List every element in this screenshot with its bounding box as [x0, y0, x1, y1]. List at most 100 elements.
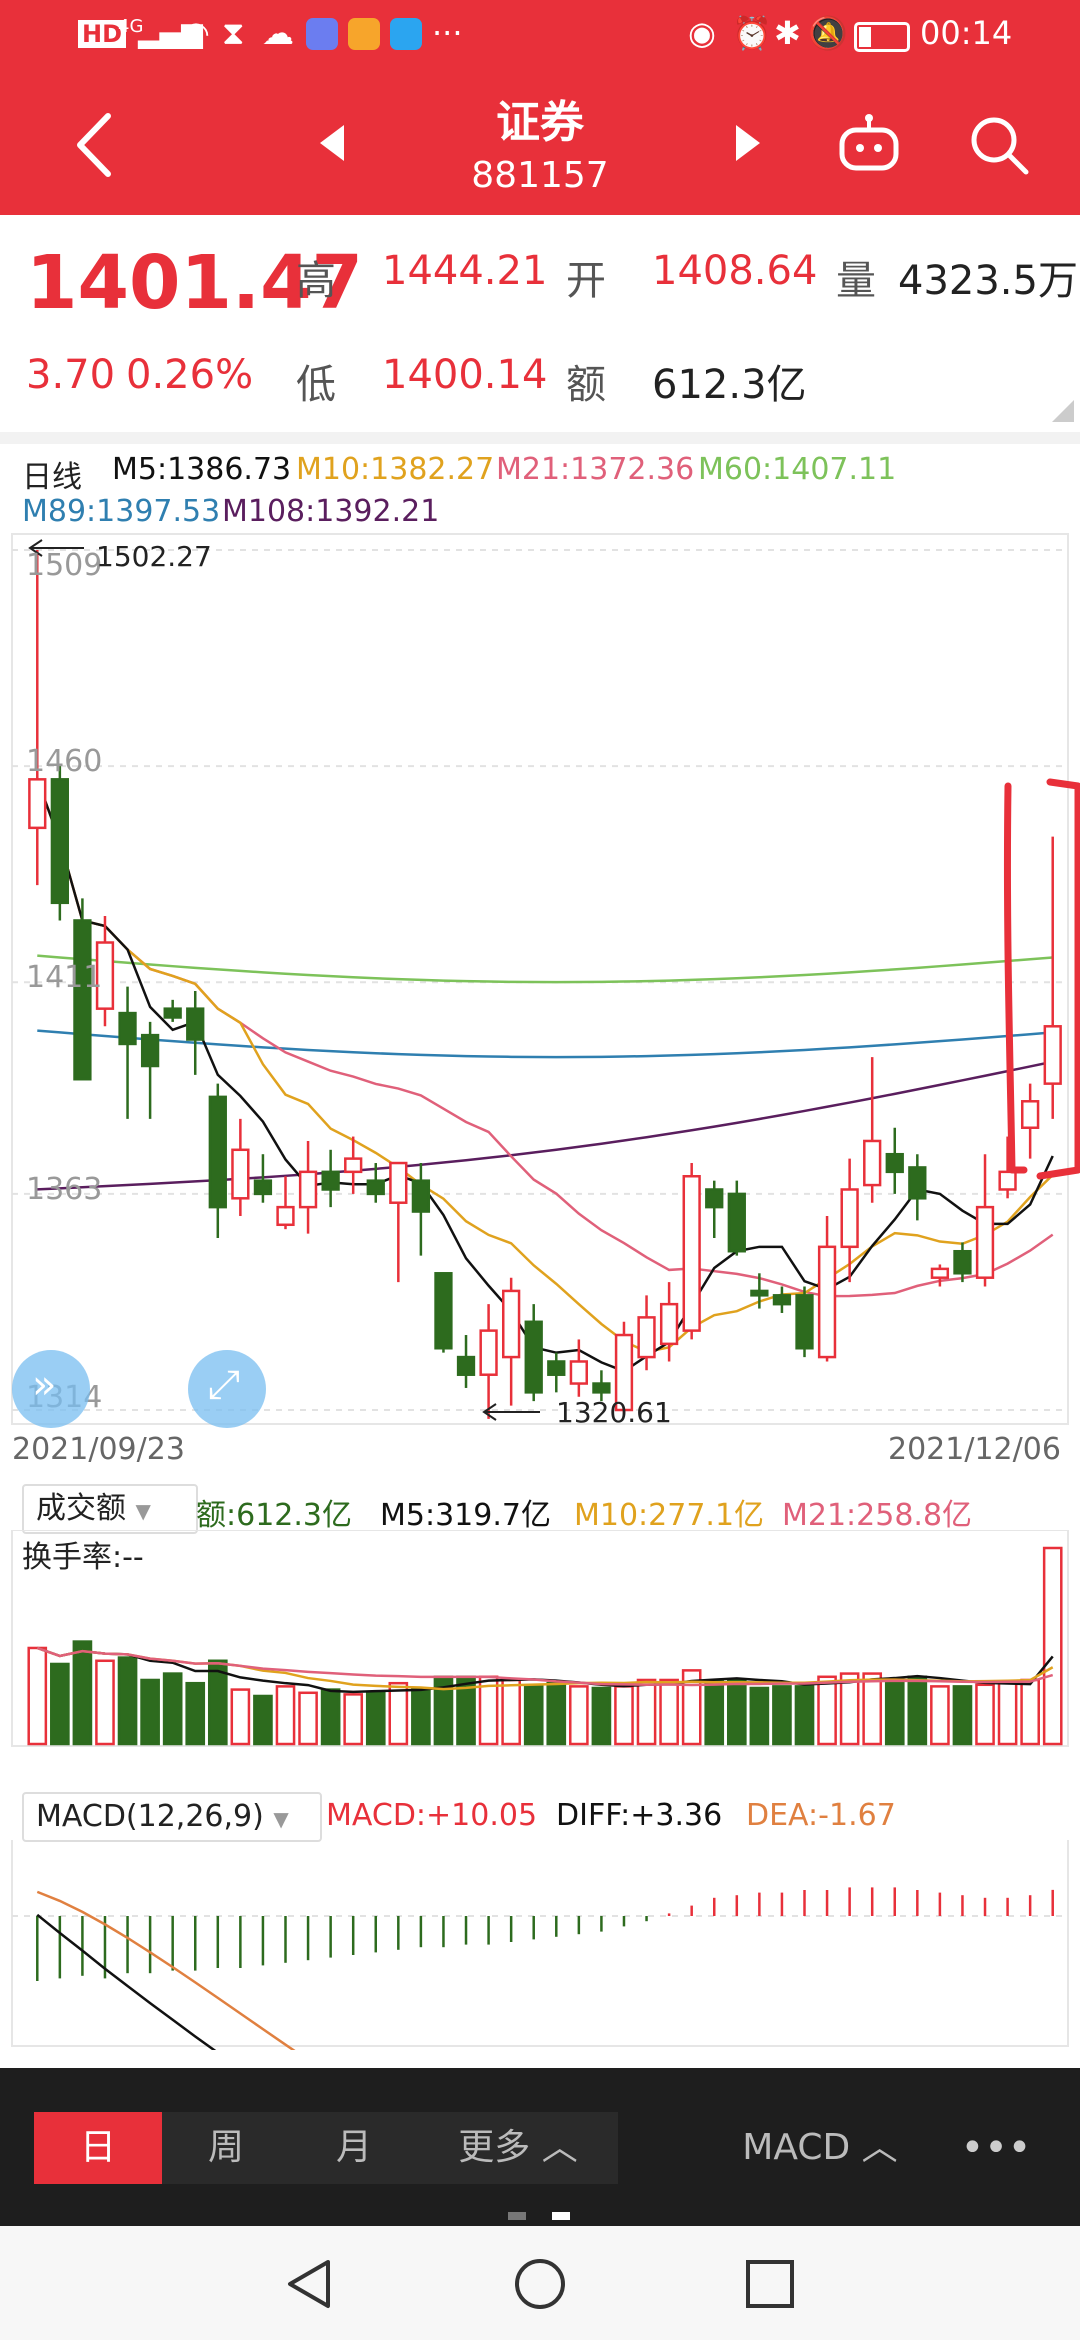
candle-up	[479, 1329, 498, 1376]
tab-more[interactable]: 更多 ︿	[418, 2112, 618, 2184]
volume-bar-up	[614, 1685, 634, 1746]
dropdown-arrow-icon: ▼	[135, 1499, 151, 1523]
volume-bar-up	[27, 1646, 48, 1746]
back-icon[interactable]	[70, 110, 120, 180]
battery-icon	[854, 22, 910, 52]
nav-back-icon[interactable]	[282, 2256, 338, 2312]
period-tab-bar: 日 周 月 更多 ︿ MACD ︿ •••	[0, 2068, 1080, 2226]
volume-bar-down	[365, 1691, 386, 1746]
y-tick-1460: 1460	[26, 744, 103, 779]
amount-value: 612.3亿	[652, 362, 807, 408]
diff-legend: DIFF:+3.36	[556, 1798, 723, 1833]
candle-down	[705, 1188, 724, 1209]
high-label: 高	[296, 258, 336, 304]
volume-bar-up	[298, 1691, 318, 1746]
page-title: 证券	[496, 97, 584, 148]
y-tick-1411: 1411	[26, 960, 103, 995]
tab-week[interactable]: 周	[162, 2112, 290, 2184]
tab-day[interactable]: 日	[34, 2112, 162, 2184]
candle-up	[682, 1175, 701, 1332]
macd-legend: MACD:+10.05	[326, 1798, 538, 1833]
volume-bar-down	[907, 1675, 928, 1746]
volume-bar-down	[726, 1678, 747, 1746]
candle-up	[1043, 1025, 1062, 1085]
volume-bar-down	[162, 1672, 183, 1746]
macd-indicator-selector[interactable]: MACD(12,26,9) ▼	[22, 1792, 322, 1842]
volume-bar-up	[659, 1678, 679, 1746]
volume-bar-up	[275, 1685, 296, 1746]
volume-bar-down	[704, 1680, 725, 1746]
y-tick-1363: 1363	[26, 1172, 103, 1207]
volume-bar-up	[569, 1685, 589, 1746]
candle-down	[795, 1294, 814, 1350]
indicator-menu[interactable]: MACD ︿	[730, 2112, 910, 2184]
ma60-legend: M60:1407.11	[698, 452, 897, 487]
nav-recents-icon[interactable]	[742, 2256, 798, 2312]
ma21-legend: M21:1372.36	[496, 452, 695, 487]
candle-down	[140, 1033, 160, 1068]
candle-down	[411, 1179, 431, 1213]
tab-month[interactable]: 月	[290, 2112, 418, 2184]
volume-bar-up	[95, 1659, 115, 1746]
page-indicator-active	[552, 2212, 570, 2220]
volume-bar-down	[72, 1640, 93, 1746]
top-bar: HD 4G ▂▄▆ ◠ ⧗ ☁ ··· ◉ ⏰ ✱ 🔕 00:14 证券 881…	[0, 0, 1080, 215]
expand-corner-icon[interactable]	[1052, 400, 1074, 422]
candle-down	[163, 1007, 182, 1019]
more-options-icon[interactable]: •••	[946, 2112, 1046, 2184]
robot-assistant-icon[interactable]	[836, 112, 902, 174]
volume-bar-up	[839, 1672, 860, 1746]
candle-down	[547, 1360, 566, 1376]
candle-down	[524, 1320, 543, 1394]
wifi-icon: ◠	[182, 14, 210, 52]
candle-down	[772, 1294, 792, 1306]
volume-bar-down	[884, 1678, 905, 1746]
alarm-icon: ⏰	[732, 14, 772, 52]
volume-chart[interactable]	[0, 1530, 1080, 1750]
candle-down	[73, 919, 92, 1081]
volume-bar-up	[862, 1672, 883, 1746]
ma10-line	[36, 778, 1054, 1354]
tab-more-label: 更多	[458, 2127, 531, 2168]
previous-stock-icon[interactable]	[318, 123, 348, 163]
macd-chart[interactable]	[0, 1840, 1080, 2050]
candle-down	[592, 1382, 611, 1394]
candle-down	[908, 1166, 927, 1200]
volume-bar-down	[50, 1662, 70, 1746]
volume-indicator-selector[interactable]: 成交额 ▼	[22, 1484, 198, 1534]
scroll-left-button[interactable]: »	[12, 1350, 90, 1428]
macd-selector-label: MACD(12,26,9)	[36, 1799, 264, 1834]
candlestick-chart[interactable]	[0, 530, 1080, 1430]
candle-up	[840, 1188, 859, 1249]
open-value: 1408.64	[652, 248, 818, 294]
candle-up	[28, 778, 47, 830]
volume-bar-down	[749, 1686, 770, 1746]
amount-label: 额	[566, 362, 606, 408]
section-divider	[0, 432, 1080, 444]
low-label: 低	[296, 362, 336, 408]
clock: 00:14	[920, 14, 1013, 52]
low-value: 1400.14	[382, 352, 548, 398]
volume-bar-down	[117, 1656, 138, 1746]
volume-bar-up	[1020, 1678, 1040, 1746]
search-icon[interactable]	[966, 112, 1032, 178]
fullscreen-button[interactable]: ⤢	[188, 1350, 266, 1428]
next-stock-icon[interactable]	[732, 123, 762, 163]
candle-up	[1021, 1100, 1040, 1129]
volume-bar-down	[523, 1685, 544, 1746]
change-percent: 0.26%	[126, 352, 254, 398]
volume-bar-up	[817, 1675, 837, 1746]
candle-down	[953, 1249, 972, 1275]
volume-ma21-legend: M21:258.8亿	[782, 1498, 973, 1533]
candle-down	[434, 1272, 453, 1350]
double-chevron-icon: »	[32, 1362, 57, 1408]
period-high-marker: 1502.27	[96, 540, 212, 573]
volume-bar-up	[997, 1681, 1018, 1746]
nav-home-icon[interactable]	[512, 2256, 568, 2312]
candle-down	[456, 1355, 476, 1376]
volume-value: 4323.5万	[898, 258, 1078, 304]
volume-bar-up	[230, 1688, 251, 1746]
volume-bar-down	[772, 1685, 792, 1746]
diff-line	[36, 1913, 217, 2050]
candle-down	[118, 1011, 137, 1046]
